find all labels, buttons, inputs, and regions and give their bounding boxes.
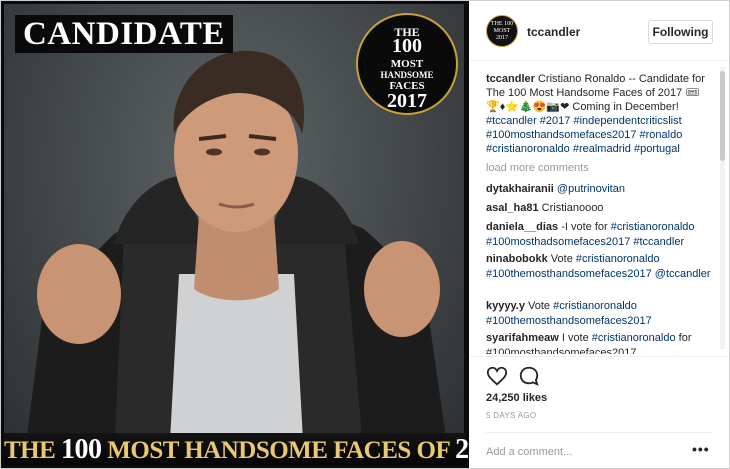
- comment-username[interactable]: syarifahmeaw: [486, 332, 559, 344]
- load-more-comments[interactable]: load more comments: [486, 162, 589, 174]
- comment-item: asal_ha81 Cristianoooo: [486, 201, 712, 216]
- bottom-title: THE 100 MOST HANDSOME FACES OF 2017: [4, 433, 469, 465]
- add-comment-input[interactable]: [486, 443, 666, 461]
- post-sidebar: THE 100 MOST 2017 tccandler Following tc…: [470, 1, 729, 468]
- caption-hashtags[interactable]: #tccandler #2017 #independentcriticslist…: [486, 115, 682, 155]
- comment-username[interactable]: asal_ha81: [486, 202, 539, 214]
- comment-item: dytakhairanii @putrinovitan: [486, 182, 712, 197]
- comment-text: Vote: [550, 253, 573, 265]
- comments-section[interactable]: tccandler Cristiano Ronaldo -- Candidate…: [470, 62, 729, 354]
- candidate-label: CANDIDATE: [15, 15, 233, 53]
- comment-item: ninabobokk Vote #cristianoronaldo #100th…: [486, 252, 712, 282]
- caption-username[interactable]: tccandler: [486, 73, 535, 85]
- comment-text: Vote: [528, 300, 551, 312]
- post-actions: 24,250 likes 5 DAYS AGO •••: [470, 356, 729, 468]
- award-badge: THE 100 MOST HANDSOME FACES 2017: [356, 13, 458, 115]
- bottom-title-number: 100: [61, 434, 102, 465]
- add-comment-bar: •••: [486, 432, 713, 468]
- comments-scroll-thumb[interactable]: [720, 71, 725, 161]
- comment-item: kyyyy.y Vote #cristianoronaldo #100themo…: [486, 299, 712, 329]
- badge-number: 100: [392, 35, 422, 57]
- post-time: 5 DAYS AGO: [486, 411, 537, 420]
- badge-handsome: HANDSOME: [380, 70, 434, 80]
- bottom-title-middle: MOST HANDSOME FACES OF: [101, 437, 456, 464]
- following-button[interactable]: Following: [648, 20, 713, 44]
- likes-count[interactable]: 24,250 likes: [486, 392, 547, 404]
- comment-text: Cristianoooo: [541, 202, 604, 214]
- comment-username[interactable]: kyyyy.y: [486, 300, 525, 312]
- comment-username[interactable]: dytakhairanii: [486, 183, 554, 195]
- header-username[interactable]: tccandler: [527, 25, 580, 39]
- comment-text: -I vote for: [561, 221, 608, 233]
- badge-year: 2017: [387, 90, 427, 112]
- comment-item: daniela__dias -I vote for #cristianorona…: [486, 220, 712, 250]
- post-header: THE 100 MOST 2017 tccandler Following: [470, 1, 729, 61]
- comment-username[interactable]: daniela__dias: [486, 221, 558, 233]
- comment-hashtags[interactable]: #cristianoronaldo: [592, 332, 676, 344]
- badge-most: MOST: [390, 58, 424, 70]
- comment-text: I vote: [561, 332, 589, 344]
- post-photo[interactable]: CANDIDATE THE 100 MOST HANDSOME FACES 20…: [1, 1, 469, 468]
- avatar[interactable]: THE 100 MOST 2017: [486, 15, 518, 47]
- bottom-title-year: 2017: [455, 434, 469, 465]
- comment-mention[interactable]: @putrinovitan: [557, 183, 625, 195]
- comment-icon[interactable]: [518, 365, 540, 387]
- comment-item: syarifahmeaw I vote #cristianoronaldo fo…: [486, 331, 712, 354]
- heart-icon[interactable]: [486, 365, 508, 387]
- more-options-icon[interactable]: •••: [692, 441, 710, 457]
- bottom-title-the: THE: [4, 437, 62, 464]
- comment-username[interactable]: ninabobokk: [486, 253, 548, 265]
- caption: tccandler Cristiano Ronaldo -- Candidate…: [486, 72, 712, 156]
- caption-tail: Coming in December!: [572, 101, 679, 113]
